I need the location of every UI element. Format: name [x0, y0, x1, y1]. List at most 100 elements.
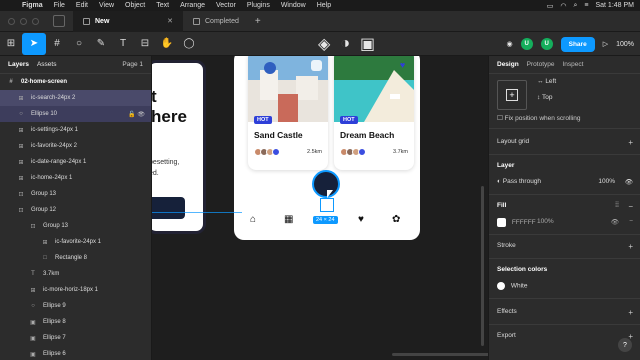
- menu-vector[interactable]: Vector: [216, 2, 236, 9]
- favorite-icon[interactable]: [311, 60, 322, 71]
- add-fill-button[interactable]: −: [628, 202, 633, 211]
- tab-assets[interactable]: Assets: [37, 61, 57, 68]
- avatar[interactable]: U: [540, 38, 553, 50]
- layer-row[interactable]: # 02-home-screen: [0, 74, 151, 90]
- add-stroke-button[interactable]: +: [628, 242, 633, 251]
- layer-row[interactable]: ○ Ellipse 9: [0, 298, 151, 314]
- github-icon[interactable]: ◉: [507, 40, 513, 48]
- fill-swatch[interactable]: [497, 218, 506, 227]
- minimize-window-button[interactable]: [20, 17, 27, 25]
- canvas[interactable]: there besetting,ed. HOT Sand Castle 2: [152, 56, 488, 360]
- layer-row[interactable]: □ Rectangle 8: [0, 250, 151, 266]
- zoom-window-button[interactable]: [32, 17, 39, 25]
- frame1-button[interactable]: [152, 197, 185, 219]
- menu-app[interactable]: Figma: [22, 2, 43, 9]
- avatar[interactable]: U: [520, 38, 533, 50]
- mask-icon[interactable]: ◑: [340, 35, 350, 53]
- tab-design[interactable]: Design: [497, 61, 519, 68]
- tab-new[interactable]: New ✕: [73, 10, 183, 32]
- constraint-center[interactable]: +: [506, 89, 518, 101]
- layer-row[interactable]: ⊞ ic-favorite-24px 1: [0, 234, 151, 250]
- lock-icon[interactable]: 🔓 👁: [128, 111, 145, 118]
- close-icon[interactable]: ✕: [167, 17, 173, 25]
- blend-mode-dropdown[interactable]: Pass through: [503, 178, 541, 185]
- share-button[interactable]: Share: [560, 36, 595, 52]
- main-menu-icon[interactable]: ⊞: [0, 33, 22, 55]
- place-card[interactable]: ♥ HOT Dream Beach 3.7km: [334, 56, 414, 170]
- menu-edit[interactable]: Edit: [76, 2, 88, 9]
- layer-row[interactable]: ○ Ellipse 10 🔓 👁: [0, 106, 151, 122]
- control-center-icon[interactable]: ≡: [584, 2, 588, 9]
- layer-row[interactable]: ⊞ ic-search-24px 2: [0, 90, 151, 106]
- favorite-icon[interactable]: ♥: [358, 214, 364, 225]
- home-tab-icon[interactable]: [53, 15, 65, 27]
- eye-icon[interactable]: 👁: [625, 178, 633, 186]
- spotlight-icon[interactable]: ⌕: [573, 2, 577, 10]
- search-fab[interactable]: [312, 170, 340, 198]
- eye-icon[interactable]: 👁: [611, 218, 619, 226]
- home-screen-frame[interactable]: HOT Sand Castle 2.5km ♥ HOT Dream Beach: [234, 56, 420, 240]
- layer-row[interactable]: ⊡ Group 13: [0, 186, 151, 202]
- hand-tool-icon[interactable]: ✋: [156, 33, 178, 55]
- page-selector[interactable]: Page 1: [122, 61, 143, 68]
- help-icon[interactable]: ?: [618, 338, 632, 352]
- fill-opacity[interactable]: 100%: [537, 218, 554, 225]
- home-icon[interactable]: ⌂: [250, 214, 256, 225]
- onboarding-frame[interactable]: there besetting,ed.: [152, 60, 206, 234]
- style-icon[interactable]: ⁞⁞: [615, 202, 619, 209]
- layer-row[interactable]: ▣ Ellipse 8: [0, 314, 151, 330]
- layer-row[interactable]: ⊞ ic-more-horiz-18px 1: [0, 282, 151, 298]
- date-range-icon[interactable]: ▦: [284, 214, 293, 225]
- fill-hex[interactable]: FFFFFF: [512, 219, 536, 226]
- menu-object[interactable]: Object: [125, 2, 145, 9]
- tab-completed[interactable]: Completed: [183, 11, 249, 32]
- menu-file[interactable]: File: [54, 2, 65, 9]
- add-layout-grid-button[interactable]: +: [628, 138, 633, 147]
- layer-row[interactable]: ⊞ ic-home-24px 1: [0, 170, 151, 186]
- layer-row[interactable]: ⊞ ic-settings-24px 1: [0, 122, 151, 138]
- layer-opacity[interactable]: 100%: [598, 178, 615, 185]
- component-icon[interactable]: ◈: [318, 34, 330, 54]
- layer-row[interactable]: ⊞ ic-date-range-24px 1: [0, 154, 151, 170]
- tab-inspect[interactable]: Inspect: [563, 61, 584, 68]
- layer-row[interactable]: ⊞ ic-favorite-24px 2: [0, 138, 151, 154]
- horizontal-scrollbar[interactable]: [392, 353, 488, 356]
- present-icon[interactable]: ▷: [603, 40, 608, 48]
- place-card[interactable]: HOT Sand Castle 2.5km: [248, 56, 328, 170]
- text-tool-icon[interactable]: T: [112, 33, 134, 55]
- battery-icon[interactable]: ▭: [547, 2, 554, 10]
- layer-row[interactable]: ⊡ Group 12: [0, 202, 151, 218]
- menu-plugins[interactable]: Plugins: [247, 2, 270, 9]
- move-tool-icon[interactable]: ➤: [22, 32, 46, 55]
- close-window-button[interactable]: [8, 17, 15, 25]
- menu-text[interactable]: Text: [156, 2, 169, 9]
- settings-icon[interactable]: ✿: [392, 214, 400, 225]
- frame-tool-icon[interactable]: #: [46, 33, 68, 55]
- constraint-v[interactable]: ↕ Top: [537, 94, 633, 101]
- wifi-icon[interactable]: ◠: [560, 2, 566, 10]
- menu-help[interactable]: Help: [317, 2, 331, 9]
- selection-color-row[interactable]: White: [497, 282, 633, 290]
- layer-row[interactable]: T 3.7km: [0, 266, 151, 282]
- clock[interactable]: Sat 1:48 PM: [595, 2, 634, 9]
- constraint-h[interactable]: ↔ Left: [537, 78, 633, 85]
- fix-scroll-checkbox[interactable]: ☐ Fix position when scrolling: [497, 114, 633, 122]
- remove-icon[interactable]: −: [629, 218, 633, 225]
- tab-layers[interactable]: Layers: [8, 61, 29, 68]
- selection-box[interactable]: [320, 198, 334, 212]
- menu-view[interactable]: View: [99, 2, 114, 9]
- new-tab-button[interactable]: +: [255, 16, 261, 27]
- menu-arrange[interactable]: Arrange: [180, 2, 205, 9]
- favorite-icon[interactable]: ♥: [397, 60, 408, 71]
- tab-prototype[interactable]: Prototype: [527, 61, 555, 68]
- layer-row[interactable]: ▣ Ellipse 6: [0, 346, 151, 360]
- constraints-widget[interactable]: +: [497, 80, 527, 110]
- menu-window[interactable]: Window: [281, 2, 306, 9]
- zoom-dropdown[interactable]: 100%: [616, 41, 634, 48]
- boolean-icon[interactable]: ▣: [360, 34, 375, 54]
- resources-tool-icon[interactable]: ⊟: [134, 33, 156, 55]
- vertical-scrollbar[interactable]: [481, 186, 484, 346]
- layer-row[interactable]: ⊡ Group 13: [0, 218, 151, 234]
- add-effect-button[interactable]: +: [628, 308, 633, 317]
- layer-row[interactable]: ▣ Ellipse 7: [0, 330, 151, 346]
